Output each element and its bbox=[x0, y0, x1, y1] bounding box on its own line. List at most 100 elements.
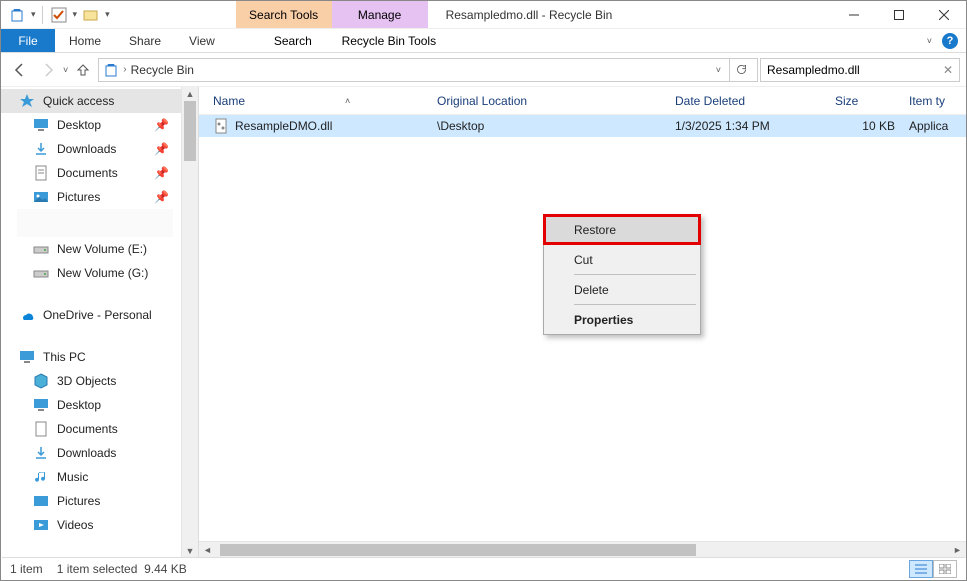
sidebar-item-label: Desktop bbox=[57, 118, 101, 132]
sidebar-item-label: Documents bbox=[57, 166, 118, 180]
column-size[interactable]: Size bbox=[835, 87, 909, 114]
sidebar-item-label: Videos bbox=[57, 518, 93, 532]
sidebar-item-label: Desktop bbox=[57, 398, 101, 412]
context-tab-search-tools[interactable]: Search Tools bbox=[236, 1, 332, 28]
breadcrumb-location[interactable]: Recycle Bin bbox=[131, 63, 194, 77]
sidebar-item-3d-objects[interactable]: 3D Objects bbox=[1, 369, 181, 393]
view-tab[interactable]: View bbox=[175, 29, 229, 52]
downloads-icon bbox=[33, 141, 49, 157]
downloads-icon bbox=[33, 445, 49, 461]
window-title: Resampledmo.dll - Recycle Bin bbox=[428, 1, 831, 28]
column-item-type[interactable]: Item ty bbox=[909, 87, 966, 114]
scroll-down-arrow[interactable]: ▼ bbox=[182, 544, 198, 558]
sidebar-item-label: Quick access bbox=[43, 94, 114, 108]
sidebar-item-pc-videos[interactable]: Videos bbox=[1, 513, 181, 537]
sidebar-item-pc-documents[interactable]: Documents bbox=[1, 417, 181, 441]
recycle-bin-icon bbox=[103, 62, 119, 78]
pin-icon[interactable]: 📌 bbox=[154, 142, 169, 156]
sidebar-item-label: Pictures bbox=[57, 494, 100, 508]
search-subtab[interactable]: Search bbox=[245, 29, 341, 52]
desktop-icon bbox=[33, 117, 49, 133]
sidebar-item-label: OneDrive - Personal bbox=[43, 308, 152, 322]
address-dropdown-icon[interactable]: ˅ bbox=[716, 65, 721, 75]
home-tab[interactable]: Home bbox=[55, 29, 115, 52]
context-menu-delete[interactable]: Delete bbox=[544, 275, 700, 304]
share-tab[interactable]: Share bbox=[115, 29, 175, 52]
clear-search-icon[interactable]: ✕ bbox=[943, 63, 953, 77]
scroll-left-arrow[interactable]: ◄ bbox=[199, 545, 216, 555]
horizontal-scrollbar[interactable]: ◄ ► bbox=[199, 541, 966, 558]
scrollbar-thumb[interactable] bbox=[184, 101, 196, 161]
sidebar-item-volume-g[interactable]: New Volume (G:) bbox=[1, 261, 181, 285]
sidebar-item-downloads[interactable]: Downloads 📌 bbox=[1, 137, 181, 161]
context-menu-properties[interactable]: Properties bbox=[544, 305, 700, 334]
column-label: Original Location bbox=[437, 94, 527, 108]
sidebar-item-label: Downloads bbox=[57, 142, 116, 156]
properties-checkbox-icon[interactable] bbox=[49, 5, 69, 25]
help-icon[interactable]: ? bbox=[942, 33, 958, 49]
contextual-tabs: Search Tools Manage bbox=[236, 1, 428, 28]
qat-dropdown-icon[interactable]: ▾ bbox=[31, 9, 36, 20]
context-menu-cut[interactable]: Cut bbox=[544, 245, 700, 274]
sidebar-item-pc-music[interactable]: Music bbox=[1, 465, 181, 489]
scroll-right-arrow[interactable]: ► bbox=[949, 545, 966, 555]
pin-icon[interactable]: 📌 bbox=[154, 190, 169, 204]
file-tab[interactable]: File bbox=[1, 29, 55, 52]
pin-icon[interactable]: 📌 bbox=[154, 118, 169, 132]
details-view-button[interactable] bbox=[909, 560, 933, 578]
new-folder-icon[interactable] bbox=[81, 5, 101, 25]
qat-dropdown-icon[interactable]: ▾ bbox=[73, 9, 78, 20]
sidebar-item-quick-access[interactable]: Quick access bbox=[1, 89, 181, 113]
status-item-count: 1 item bbox=[10, 562, 43, 576]
sidebar-scrollbar[interactable]: ▲ ▼ bbox=[181, 87, 198, 558]
sidebar-item-desktop[interactable]: Desktop 📌 bbox=[1, 113, 181, 137]
scrollbar-thumb[interactable] bbox=[220, 544, 696, 556]
search-box[interactable]: ✕ bbox=[760, 58, 960, 82]
recycle-bin-tools-subtab[interactable]: Recycle Bin Tools bbox=[341, 29, 437, 52]
title-bar: ▾ ▾ ▾ Search Tools Manage Resampledmo.dl… bbox=[1, 1, 966, 29]
sidebar-item-volume-e[interactable]: New Volume (E:) bbox=[1, 237, 181, 261]
pc-icon bbox=[19, 349, 35, 365]
column-name[interactable]: Name ˄ bbox=[213, 87, 437, 114]
sidebar-item-pc-downloads[interactable]: Downloads bbox=[1, 441, 181, 465]
sidebar-item-label: Pictures bbox=[57, 190, 100, 204]
qat-customize-icon[interactable]: ▾ bbox=[105, 9, 110, 20]
file-row[interactable]: ResampleDMO.dll \Desktop 1/3/2025 1:34 P… bbox=[199, 115, 966, 137]
minimize-button[interactable] bbox=[831, 1, 876, 28]
context-tab-manage[interactable]: Manage bbox=[332, 1, 428, 28]
sidebar-item-onedrive[interactable]: OneDrive - Personal bbox=[1, 303, 181, 327]
sidebar-item-this-pc[interactable]: This PC bbox=[1, 345, 181, 369]
maximize-button[interactable] bbox=[876, 1, 921, 28]
star-icon bbox=[19, 93, 35, 109]
sidebar-item-pc-desktop[interactable]: Desktop bbox=[1, 393, 181, 417]
search-input[interactable] bbox=[767, 63, 953, 77]
address-bar[interactable]: › Recycle Bin ˅ bbox=[98, 58, 758, 82]
column-original-location[interactable]: Original Location bbox=[437, 87, 675, 114]
drive-icon bbox=[33, 241, 49, 257]
navigation-bar: ˅ › Recycle Bin ˅ ✕ bbox=[1, 53, 966, 87]
back-button[interactable] bbox=[7, 57, 33, 83]
column-date-deleted[interactable]: Date Deleted bbox=[675, 87, 835, 114]
sidebar-item-pc-pictures[interactable]: Pictures bbox=[1, 489, 181, 513]
up-button[interactable] bbox=[70, 57, 96, 83]
window-controls bbox=[831, 1, 966, 28]
sidebar-item-label: New Volume (G:) bbox=[57, 266, 148, 280]
refresh-button[interactable] bbox=[729, 58, 753, 82]
chevron-right-icon[interactable]: › bbox=[123, 64, 126, 75]
forward-button[interactable] bbox=[35, 57, 61, 83]
context-menu-restore[interactable]: Restore bbox=[544, 215, 700, 244]
scrollbar-track[interactable] bbox=[216, 542, 949, 558]
pin-icon[interactable]: 📌 bbox=[154, 166, 169, 180]
column-label: Name bbox=[213, 94, 245, 108]
separator bbox=[42, 6, 43, 24]
sidebar-item-pictures[interactable]: Pictures 📌 bbox=[1, 185, 181, 209]
ribbon-collapse-icon[interactable]: ˅ bbox=[927, 36, 932, 46]
close-button[interactable] bbox=[921, 1, 966, 28]
music-icon bbox=[33, 469, 49, 485]
sidebar-item-documents[interactable]: Documents 📌 bbox=[1, 161, 181, 185]
history-dropdown-icon[interactable]: ˅ bbox=[63, 65, 68, 75]
scroll-up-arrow[interactable]: ▲ bbox=[182, 87, 198, 101]
sidebar-blank-item bbox=[17, 209, 173, 237]
thumbnails-view-button[interactable] bbox=[933, 560, 957, 578]
sidebar-item-label: Music bbox=[57, 470, 88, 484]
